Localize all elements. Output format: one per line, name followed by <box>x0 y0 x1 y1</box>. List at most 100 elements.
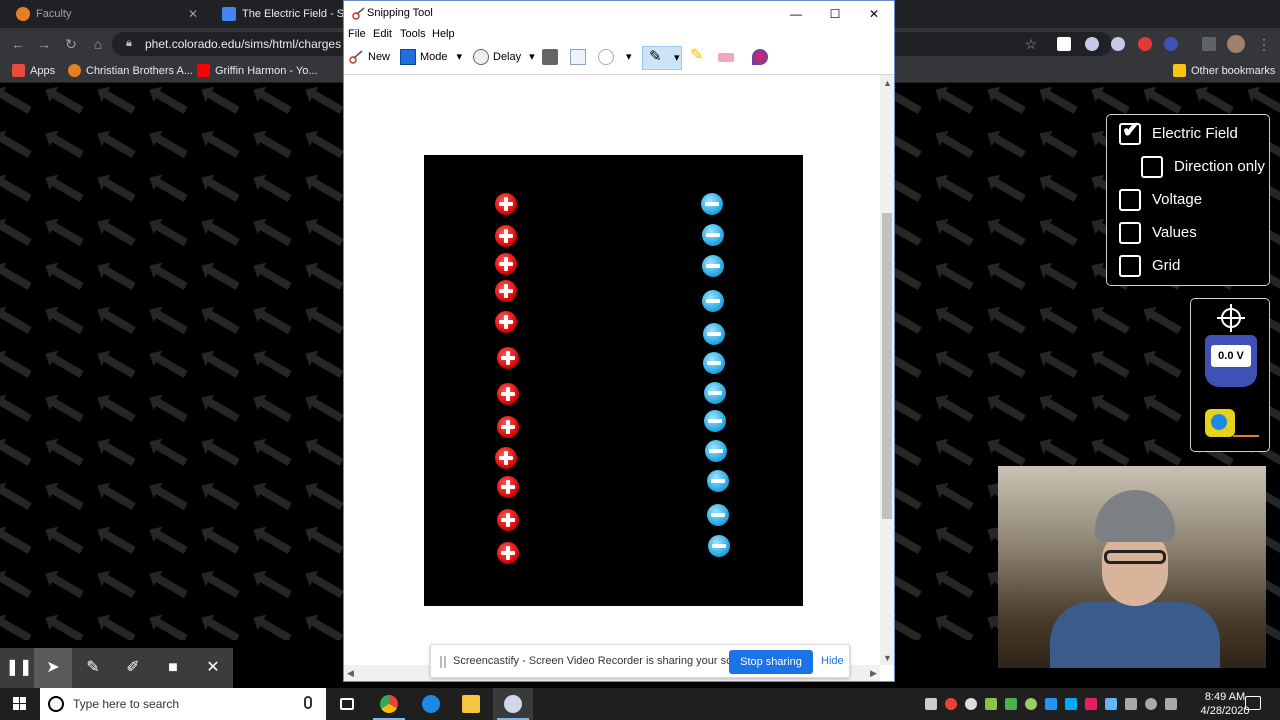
tray-icon[interactable] <box>1025 698 1037 710</box>
positive-charge[interactable] <box>495 447 517 469</box>
negative-charge[interactable] <box>704 410 726 432</box>
bluetooth-icon[interactable] <box>1045 698 1057 710</box>
voltage-checkbox[interactable] <box>1119 189 1141 211</box>
pause-icon[interactable]: ❚❚ <box>0 648 38 688</box>
taskbar-snipping-tool[interactable] <box>493 688 533 720</box>
taskbar-file-explorer[interactable] <box>451 688 491 720</box>
network-icon[interactable] <box>1145 698 1157 710</box>
extension-icon[interactable] <box>1138 37 1152 51</box>
reload-icon[interactable]: ↻ <box>61 34 81 54</box>
bookmark-other[interactable]: Other bookmarks <box>1173 63 1275 79</box>
menu-edit[interactable]: Edit <box>373 28 392 40</box>
positive-charge[interactable] <box>497 347 519 369</box>
cursor-icon[interactable]: ➤ <box>34 648 72 688</box>
negative-charge[interactable] <box>701 193 723 215</box>
profile-avatar[interactable] <box>1227 35 1245 53</box>
negative-charge[interactable] <box>703 352 725 374</box>
grid-checkbox[interactable] <box>1119 255 1141 277</box>
tray-icon[interactable] <box>985 698 997 710</box>
taskbar-edge[interactable] <box>411 688 451 720</box>
paint3d-icon[interactable] <box>752 49 768 69</box>
positive-charge[interactable] <box>497 476 519 498</box>
measuring-tape-icon[interactable] <box>1205 409 1235 437</box>
stop-sharing-button[interactable]: Stop sharing <box>729 650 813 674</box>
tab-electric-field[interactable]: The Electric Field - Simu <box>206 0 362 28</box>
scroll-left-icon[interactable]: ◀ <box>347 668 354 679</box>
highlighter-icon[interactable]: ✎ <box>690 48 708 69</box>
bookmark-youtube[interactable]: Griffin Harmon - Yo... <box>197 63 318 79</box>
drag-handle-icon[interactable] <box>440 656 446 668</box>
scroll-down-icon[interactable]: ▼ <box>883 653 892 663</box>
negative-charge[interactable] <box>708 535 730 557</box>
tray-icon[interactable] <box>1005 698 1017 710</box>
vertical-scrollbar[interactable]: ▲ ▼ <box>880 75 894 665</box>
hide-link[interactable]: Hide <box>821 655 844 667</box>
save-icon[interactable] <box>542 49 558 69</box>
bookmark-star-icon[interactable]: ☆ <box>1021 34 1041 54</box>
tray-icon[interactable] <box>1085 698 1097 710</box>
positive-charge[interactable] <box>495 280 517 302</box>
menu-dots-icon[interactable]: ⋮ <box>1254 34 1274 54</box>
window-title-bar[interactable]: Snipping Tool — ☐ ✕ <box>344 1 894 27</box>
close-button[interactable]: ✕ <box>854 1 894 27</box>
copy-icon[interactable] <box>570 49 586 69</box>
pen-icon[interactable]: ✎ <box>74 648 112 688</box>
webcam-icon[interactable]: ■ <box>154 648 192 688</box>
scroll-up-icon[interactable]: ▲ <box>883 78 892 88</box>
electric-field-checkbox[interactable]: ✔ <box>1119 119 1141 145</box>
direction-only-checkbox[interactable] <box>1141 156 1163 178</box>
positive-charge[interactable] <box>495 193 517 215</box>
positive-charge[interactable] <box>497 383 519 405</box>
negative-charge[interactable] <box>705 440 727 462</box>
positive-charge[interactable] <box>497 509 519 531</box>
positive-charge[interactable] <box>497 416 519 438</box>
new-snip-button[interactable]: New <box>348 49 390 69</box>
microphone-icon[interactable] <box>304 696 312 709</box>
mode-button[interactable]: Mode ▾ <box>400 49 462 69</box>
negative-charge[interactable] <box>703 323 725 345</box>
shield-extension-icon[interactable] <box>1111 37 1125 51</box>
positive-charge[interactable] <box>495 225 517 247</box>
scrollbar-thumb[interactable] <box>882 213 892 519</box>
minimize-button[interactable]: — <box>776 1 816 27</box>
positive-charge[interactable] <box>497 542 519 564</box>
negative-charge[interactable] <box>704 382 726 404</box>
taskbar-chrome[interactable] <box>369 688 409 720</box>
bookmark-apps[interactable]: Apps <box>12 63 55 79</box>
battery-icon[interactable] <box>1125 698 1137 710</box>
start-button[interactable] <box>0 688 40 720</box>
menu-help[interactable]: Help <box>432 28 455 40</box>
extension-icon[interactable] <box>1057 37 1071 51</box>
tab-faculty[interactable]: Faculty ✕ <box>0 0 206 28</box>
tray-icon[interactable] <box>925 698 937 710</box>
cast-icon[interactable] <box>1202 37 1216 51</box>
positive-charge[interactable] <box>495 311 517 333</box>
negative-charge[interactable] <box>707 470 729 492</box>
notifications-icon[interactable] <box>1245 696 1261 710</box>
tray-icon[interactable] <box>965 698 977 710</box>
highlighter-icon[interactable]: ✐ <box>114 648 152 688</box>
volume-icon[interactable] <box>1165 698 1177 710</box>
forward-icon[interactable]: → <box>34 34 54 54</box>
negative-charge[interactable] <box>707 504 729 526</box>
maximize-button[interactable]: ☐ <box>815 1 855 27</box>
pen-tool-button[interactable]: ✎ ▾ <box>642 46 682 70</box>
chrome-tray-icon[interactable] <box>945 698 957 710</box>
send-snip-icon[interactable]: ▾ <box>598 49 632 69</box>
close-toolbar-icon[interactable]: ✕ <box>194 648 232 688</box>
values-checkbox[interactable] <box>1119 222 1141 244</box>
shield-extension-icon[interactable] <box>1085 37 1099 51</box>
positive-charge[interactable] <box>495 253 517 275</box>
menu-file[interactable]: File <box>348 28 366 40</box>
tray-icon[interactable] <box>1065 698 1077 710</box>
home-icon[interactable]: ⌂ <box>88 34 108 54</box>
voltmeter[interactable]: 0.0 V <box>1205 335 1257 387</box>
taskbar-search-box[interactable]: Type here to search <box>40 688 326 720</box>
eraser-icon[interactable] <box>718 49 736 69</box>
task-view-button[interactable] <box>327 688 367 720</box>
tab-close-icon[interactable]: ✕ <box>188 0 198 28</box>
negative-charge[interactable] <box>702 224 724 246</box>
delay-button[interactable]: Delay ▾ <box>473 49 535 69</box>
negative-charge[interactable] <box>702 290 724 312</box>
scroll-right-icon[interactable]: ▶ <box>870 668 877 679</box>
